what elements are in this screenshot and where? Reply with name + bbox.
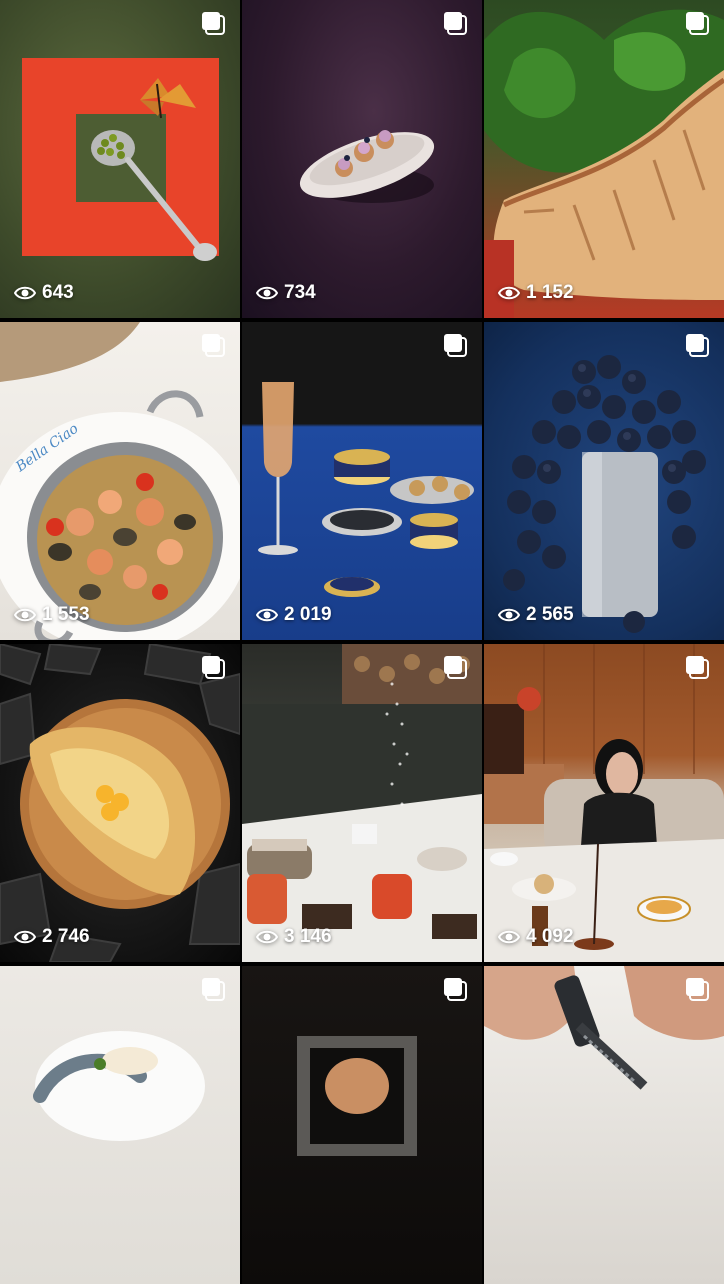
reels-grid: 643 734 1 152 Bella Ciao 1 553 2 019 2 5… [0, 0, 724, 1284]
eye-icon [498, 286, 520, 300]
tile-image [242, 644, 482, 962]
tile-image [484, 966, 724, 1090]
multiple-posts-icon [686, 656, 709, 679]
grid-tile[interactable] [0, 966, 240, 1284]
view-count: 2 746 [14, 926, 90, 948]
tile-image [297, 1036, 417, 1156]
multiple-posts-icon [686, 334, 709, 357]
grid-tile[interactable] [242, 966, 482, 1284]
tile-image: Bella Ciao [0, 322, 240, 640]
grid-tile[interactable]: 1 152 [484, 0, 724, 318]
grid-tile[interactable]: 4 092 [484, 644, 724, 962]
multiple-posts-icon [202, 656, 225, 679]
eye-icon [256, 608, 278, 622]
grid-tile[interactable]: 3 146 [242, 644, 482, 962]
view-count: 2 019 [256, 604, 332, 626]
view-count: 643 [14, 282, 74, 304]
eye-icon [14, 286, 36, 300]
multiple-posts-icon [686, 978, 709, 1001]
eye-icon [498, 608, 520, 622]
view-count-text: 2 565 [526, 604, 574, 625]
eye-icon [256, 930, 278, 944]
multiple-posts-icon [686, 12, 709, 35]
multiple-posts-icon [444, 978, 467, 1001]
grid-tile[interactable] [484, 966, 724, 1284]
tile-image [258, 382, 474, 597]
grid-tile[interactable]: 643 [0, 0, 240, 318]
tile-image [0, 644, 240, 962]
multiple-posts-icon [202, 978, 225, 1001]
grid-tile[interactable]: Bella Ciao 1 553 [0, 322, 240, 640]
multiple-posts-icon [202, 12, 225, 35]
view-count-text: 3 146 [284, 926, 332, 947]
grid-tile[interactable]: 2 565 [484, 322, 724, 640]
eye-icon [498, 930, 520, 944]
tile-image [299, 130, 435, 203]
multiple-posts-icon [444, 334, 467, 357]
view-count-text: 2 019 [284, 604, 332, 625]
view-count: 734 [256, 282, 316, 304]
tile-image [484, 644, 724, 962]
view-count: 2 565 [498, 604, 574, 626]
view-count-text: 4 092 [526, 926, 574, 947]
view-count: 1 152 [498, 282, 574, 304]
view-count: 4 092 [498, 926, 574, 948]
tile-image [33, 1031, 205, 1141]
multiple-posts-icon [202, 334, 225, 357]
view-count-text: 2 746 [42, 926, 90, 947]
view-count: 1 553 [14, 604, 90, 626]
view-count-text: 734 [284, 282, 316, 303]
view-count-text: 643 [42, 282, 74, 303]
eye-icon [256, 286, 278, 300]
view-count: 3 146 [256, 926, 332, 948]
multiple-posts-icon [444, 12, 467, 35]
eye-icon [14, 930, 36, 944]
eye-icon [14, 608, 36, 622]
tile-image [484, 9, 724, 318]
view-count-text: 1 152 [526, 282, 574, 303]
grid-tile[interactable]: 734 [242, 0, 482, 318]
multiple-posts-icon [444, 656, 467, 679]
tile-image [503, 355, 706, 633]
tile-image [22, 58, 219, 261]
grid-tile[interactable]: 2 019 [242, 322, 482, 640]
view-count-text: 1 553 [42, 604, 90, 625]
grid-tile[interactable]: 2 746 [0, 644, 240, 962]
